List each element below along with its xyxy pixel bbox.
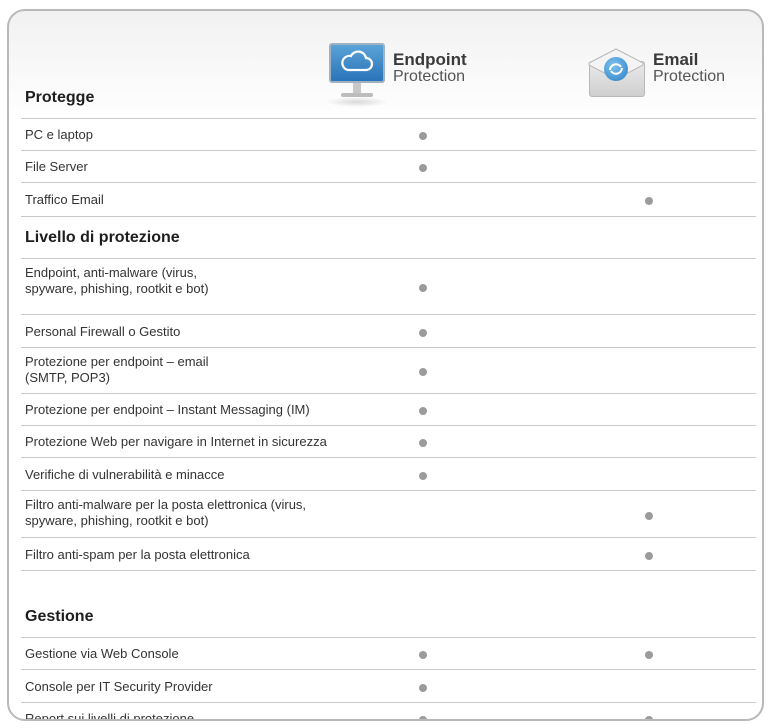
feature-label: Filtro anti-malware per la posta elettro… xyxy=(25,497,307,528)
feature-label: Filtro anti-spam per la posta elettronic… xyxy=(25,546,250,562)
endpoint-check-dot xyxy=(419,651,427,659)
monitor-cloud-icon xyxy=(325,43,389,107)
email-check-dot xyxy=(645,197,653,205)
feature-label: Gestione via Web Console xyxy=(25,646,179,661)
endpoint-check-dot xyxy=(419,716,427,719)
feature-label: Endpoint, anti-malware (virus, spyware, … xyxy=(25,265,209,296)
table-row: Report sui livelli di protezione xyxy=(21,703,756,721)
endpoint-check-dot xyxy=(419,132,427,140)
table-row: Endpoint, anti-malware (virus, spyware, … xyxy=(21,259,756,315)
email-check-dot xyxy=(645,511,653,520)
feature-label: Personal Firewall o Gestito xyxy=(25,323,181,339)
endpoint-check-dot xyxy=(419,368,427,376)
feature-label: PC e laptop xyxy=(25,127,93,142)
endpoint-check-dot xyxy=(419,328,427,337)
feature-label: Protezione per endpoint – Instant Messag… xyxy=(25,402,310,417)
endpoint-protection-header: Endpoint Protection xyxy=(325,43,467,107)
table-row: Filtro anti-spam per la posta elettronic… xyxy=(21,538,756,571)
table-row: Protezione per endpoint – Instant Messag… xyxy=(21,394,756,426)
table-row: Console per IT Security Provider xyxy=(21,670,756,703)
table-row: File Server xyxy=(21,151,756,183)
feature-label: Protezione Web per navigare in Internet … xyxy=(25,434,327,449)
comparison-card: Endpoint Protection Email Protection Pro… xyxy=(7,9,764,721)
endpoint-title: Endpoint xyxy=(393,50,467,69)
endpoint-check-dot xyxy=(419,284,427,292)
table-row: Verifiche di vulnerabilità e minacce xyxy=(21,458,756,491)
email-check-dot xyxy=(645,651,653,659)
table-row: Gestione via Web Console xyxy=(21,638,756,670)
endpoint-subtitle: Protection xyxy=(393,68,466,85)
feature-label: Report sui livelli di protezione xyxy=(25,711,195,721)
endpoint-check-dot xyxy=(419,683,427,692)
section-heading: Livello di protezione xyxy=(25,229,180,246)
table-row: Protezione Web per navigare in Internet … xyxy=(21,426,756,458)
feature-label: Console per IT Security Provider xyxy=(25,678,213,694)
table-row: PC e laptop xyxy=(21,119,756,151)
endpoint-check-dot xyxy=(419,164,427,172)
envelope-icon xyxy=(587,47,645,99)
table-row: Filtro anti-malware per la posta elettro… xyxy=(21,491,756,538)
email-subtitle: Protection xyxy=(653,68,726,85)
endpoint-check-dot xyxy=(419,439,427,447)
table-row: Personal Firewall o Gestito xyxy=(21,315,756,348)
feature-label: File Server xyxy=(25,159,88,174)
email-title: Email xyxy=(653,50,699,69)
email-protection-header: Email Protection xyxy=(587,43,725,99)
section-heading: Gestione xyxy=(25,608,94,625)
table-row: Protezione per endpoint – email (SMTP, P… xyxy=(21,348,756,394)
email-check-dot xyxy=(645,551,653,560)
email-check-dot xyxy=(645,716,653,719)
section-heading: Protegge xyxy=(25,89,95,106)
endpoint-check-dot xyxy=(419,471,427,480)
endpoint-check-dot xyxy=(419,407,427,415)
table-row: Traffico Email xyxy=(21,183,756,217)
feature-label: Verifiche di vulnerabilità e minacce xyxy=(25,466,225,482)
feature-label: Protezione per endpoint – email (SMTP, P… xyxy=(25,354,209,385)
feature-label: Traffico Email xyxy=(25,192,104,207)
